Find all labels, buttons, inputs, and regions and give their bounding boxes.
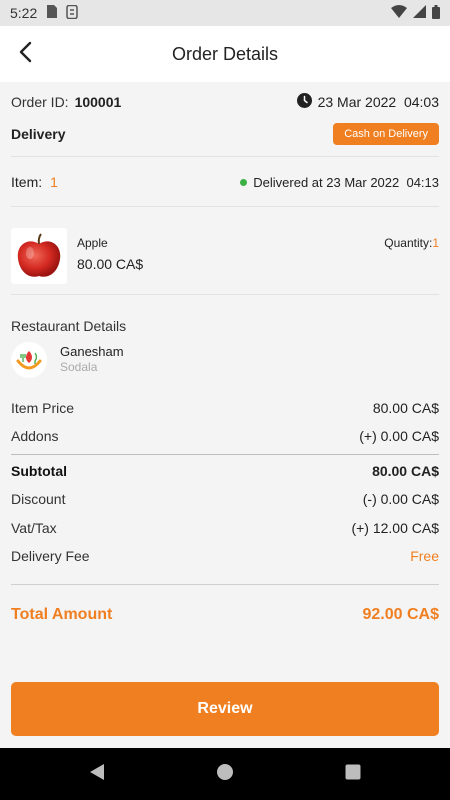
item-price-row: Item Price 80.00 CA$: [11, 400, 439, 416]
order-id-value: 100001: [74, 94, 122, 110]
review-button[interactable]: Review: [11, 682, 439, 736]
back-button[interactable]: [10, 39, 40, 69]
product-item: Apple 80.00 CA$ Quantity:1: [11, 228, 439, 284]
addons-value: (+) 0.00 CA$: [359, 428, 439, 444]
vat-row: Vat/Tax (+) 12.00 CA$: [11, 520, 439, 536]
subtotal-row: Subtotal 80.00 CA$: [11, 463, 439, 479]
divider: [11, 584, 439, 585]
page-title: Order Details: [171, 43, 279, 64]
restaurant-card[interactable]: Ganesham Sodala: [11, 342, 439, 378]
sim-card-icon: [46, 5, 58, 21]
subtotal-label: Subtotal: [11, 463, 67, 479]
order-id-row: Order ID: 100001 23 Mar 2022 04:03: [11, 92, 439, 112]
item-price-value: 80.00 CA$: [372, 400, 439, 416]
product-price: 80.00 CA$: [77, 256, 144, 272]
wifi-icon: [391, 5, 407, 21]
subtotal-value: 80.00 CA$: [372, 463, 439, 479]
divider: [11, 454, 439, 455]
addons-label: Addons: [11, 428, 59, 444]
restaurant-details-title: Restaurant Details: [11, 318, 127, 334]
status-bar: 5:22: [0, 0, 450, 26]
vat-value: (+) 12.00 CA$: [351, 520, 439, 536]
delivery-fee-label: Delivery Fee: [11, 548, 90, 564]
divider: [11, 294, 439, 295]
quantity-label: Quantity:: [384, 236, 433, 250]
order-details-content: Order ID: 100001 23 Mar 2022 04:03 Deliv…: [0, 82, 450, 664]
nav-recents-icon: [345, 764, 361, 785]
discount-row: Discount (-) 0.00 CA$: [11, 491, 439, 507]
total-amount-value: 92.00 CA$: [362, 606, 440, 623]
item-row: Item: 1 Delivered at 23 Mar 2022 04:13: [11, 172, 439, 192]
back-arrow-icon: [18, 41, 32, 68]
delivery-status-text: Delivered at 23 Mar 2022 04:13: [253, 174, 439, 190]
item-price-label: Item Price: [11, 400, 75, 416]
addons-row: Addons (+) 0.00 CA$: [11, 428, 439, 444]
delivery-fee-value: Free: [410, 548, 439, 564]
nav-back-button[interactable]: [85, 762, 109, 786]
restaurant-location: Sodala: [60, 360, 98, 374]
status-time: 5:22: [10, 5, 38, 21]
item-count: 1: [50, 174, 58, 190]
app-bar: Order Details: [0, 26, 450, 82]
payment-method-badge: Cash on Delivery: [333, 123, 439, 145]
product-name: Apple: [77, 236, 108, 250]
apple-image: [11, 228, 67, 284]
vat-label: Vat/Tax: [11, 520, 57, 536]
total-amount-row: Total Amount 92.00 CA$: [11, 606, 439, 624]
nav-back-icon: [89, 763, 105, 786]
discount-value: (-) 0.00 CA$: [362, 491, 439, 507]
order-date-text: 23 Mar 2022 04:03: [317, 94, 439, 110]
divider: [11, 206, 439, 207]
nav-recents-button[interactable]: [341, 762, 365, 786]
delivery-row: Delivery Cash on Delivery: [11, 122, 439, 146]
total-amount-label: Total Amount: [11, 606, 113, 623]
sync-icon: [66, 4, 78, 22]
nav-home-icon: [216, 763, 234, 786]
discount-label: Discount: [11, 491, 66, 507]
delivery-fee-row: Delivery Fee Free: [11, 548, 439, 564]
restaurant-logo-icon: [11, 342, 47, 378]
delivery-status: Delivered at 23 Mar 2022 04:13: [240, 175, 439, 190]
restaurant-name: Ganesham: [60, 344, 124, 359]
order-id-label: Order ID:: [11, 94, 69, 110]
battery-icon: [432, 4, 440, 22]
nav-home-button[interactable]: [213, 762, 237, 786]
signal-icon: [413, 5, 426, 21]
delivery-type-label: Delivery: [11, 126, 66, 142]
product-quantity: Quantity:1: [384, 236, 439, 250]
status-dot-icon: [240, 178, 248, 186]
system-navigation-bar: [0, 748, 450, 800]
item-label: Item:: [11, 174, 43, 190]
order-date: 23 Mar 2022 04:03: [296, 93, 439, 111]
divider: [11, 156, 439, 157]
clock-icon: [296, 93, 312, 111]
quantity-value: 1: [432, 236, 439, 250]
